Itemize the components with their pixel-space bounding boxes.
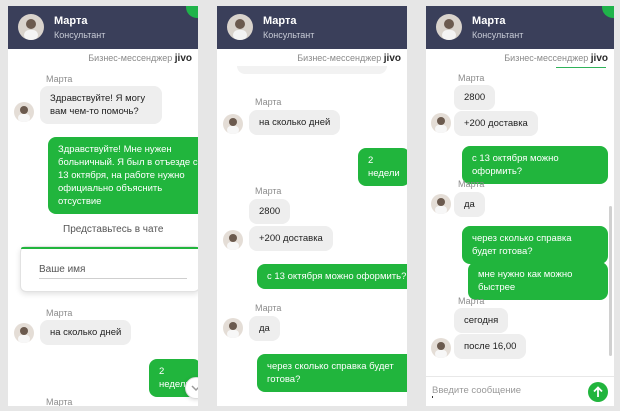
agent-role: Консультант [263, 30, 315, 40]
agent-avatar-small [223, 230, 243, 250]
sender-name: Марта [255, 97, 282, 107]
send-arrow-icon [593, 386, 603, 397]
jivo-logo: jivo [174, 53, 192, 64]
sender-name: Марта [46, 74, 73, 84]
agent-role: Консультант [472, 30, 524, 40]
brand-label[interactable]: Бизнес-мессенджер jivo [88, 53, 192, 64]
status-corner [186, 6, 198, 18]
sender-name: Марта [255, 186, 282, 196]
sender-name: Марта [458, 296, 485, 306]
jivo-logo: jivo [383, 53, 401, 64]
agent-message: да [249, 316, 280, 341]
agent-name: Марта [472, 15, 506, 27]
user-message: через сколько справка будет готова? [462, 226, 608, 264]
sender-name: Марта [458, 179, 485, 189]
agent-message: 2800 [249, 199, 291, 224]
agent-avatar [436, 14, 462, 40]
status-corner [602, 6, 614, 18]
user-message: с 13 октября можно оформить? [257, 264, 407, 289]
agent-name: Марта [263, 15, 297, 27]
agent-avatar-small [14, 102, 34, 122]
chat-header: Марта Консультант [217, 6, 407, 49]
agent-avatar-small [223, 114, 243, 134]
user-message: Здравствуйте! Мне нужен больничный. Я бы… [48, 137, 198, 214]
agent-message: на сколько дней [249, 110, 341, 135]
intro-prompt: Представьтесь в чате [63, 224, 164, 235]
agent-avatar [18, 14, 44, 40]
collapsed-form-edge [237, 66, 387, 74]
user-message: через сколько справка будет готова? [257, 354, 407, 392]
agent-message: +200 доставка [454, 111, 538, 136]
agent-role: Консультант [54, 30, 106, 40]
brand-label[interactable]: Бизнес-мессенджер jivo [504, 53, 608, 64]
agent-message: да [454, 192, 485, 217]
chevron-down-icon [191, 385, 198, 392]
chat-panel-1: Марта Консультант Бизнес-мессенджер jivo… [8, 6, 198, 406]
agent-name: Марта [54, 15, 88, 27]
sender-name: Марта [458, 73, 485, 83]
brand-label[interactable]: Бизнес-мессенджер jivo [297, 53, 401, 64]
agent-avatar-small [431, 338, 451, 358]
chat-panel-3: Марта Консультант Бизнес-мессенджер jivo… [426, 6, 614, 406]
sender-name: Марта [46, 308, 73, 318]
agent-message: сегодня [454, 308, 509, 333]
message-input[interactable] [432, 385, 582, 396]
agent-avatar [227, 14, 253, 40]
agent-message: после 16,00 [454, 334, 527, 359]
agent-message: Здравствуйте! Я могу вам чем-то помочь? [40, 86, 162, 124]
intro-form [20, 246, 198, 292]
name-input[interactable] [39, 261, 187, 279]
agent-avatar-small [223, 318, 243, 338]
message-composer [426, 376, 614, 406]
jivo-logo: jivo [590, 53, 608, 64]
agent-avatar-small [14, 323, 34, 343]
user-message: 2 недели [358, 148, 407, 186]
agent-message: 2800 [454, 85, 496, 110]
chat-header: Марта Консультант [426, 6, 614, 49]
agent-message: +200 доставка [249, 226, 333, 251]
brand-underline [556, 67, 606, 68]
chat-panel-2: Марта Консультант Бизнес-мессенджер jivo… [217, 6, 407, 406]
scrollbar[interactable] [609, 206, 612, 356]
user-message: мне нужно как можно быстрее [468, 262, 608, 300]
agent-message: на сколько дней [40, 320, 132, 345]
sender-name: Марта [46, 397, 73, 406]
sender-name: Марта [255, 303, 282, 313]
agent-avatar-small [431, 113, 451, 133]
form-accent [21, 247, 198, 249]
agent-avatar-small [431, 194, 451, 214]
send-button[interactable] [588, 382, 608, 402]
scroll-down-button[interactable] [185, 377, 198, 399]
chat-header: Марта Консультант [8, 6, 198, 49]
